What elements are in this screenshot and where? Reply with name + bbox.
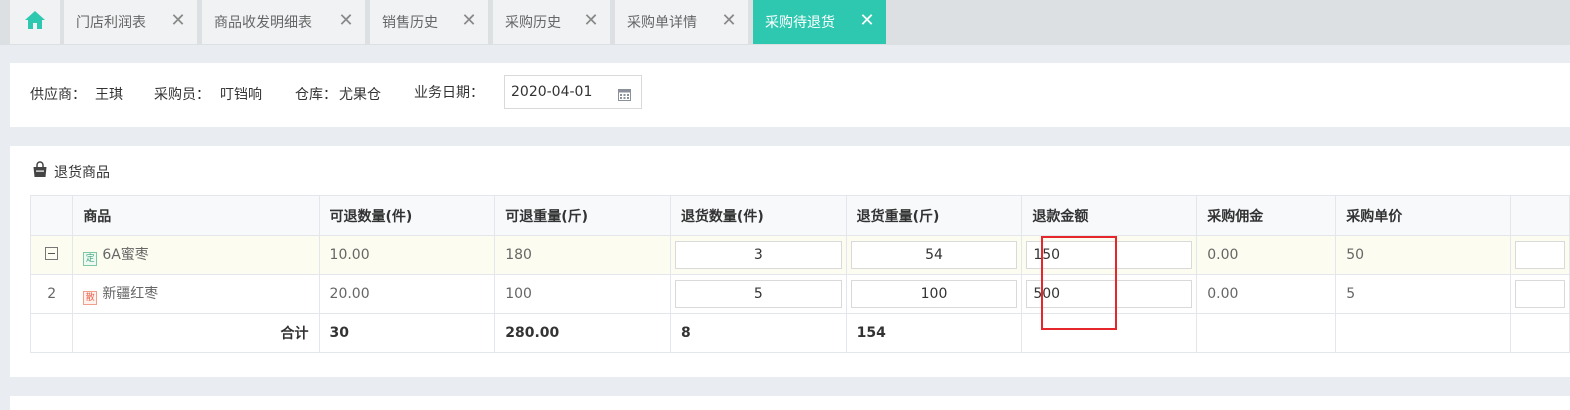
- tab-purchase-order-detail[interactable]: 采购单详情 ✕: [615, 0, 748, 44]
- home-icon: [24, 10, 46, 34]
- extra-cell: [1510, 274, 1570, 314]
- order-info-panel: 供应商： 王琪 采购员： 叮铛响 仓库： 尤果仓 业务日期： 2020-04-0…: [10, 63, 1570, 127]
- tab-goods-io-detail[interactable]: 商品收发明细表 ✕: [202, 0, 365, 44]
- supplier-value: 王琪: [95, 87, 123, 103]
- avail-qty: 20.00: [318, 274, 496, 314]
- tab-label: 采购待退货: [765, 15, 835, 31]
- goods-name: 6A蜜枣: [102, 247, 149, 263]
- warehouse-value: 尤果仓: [339, 87, 381, 103]
- unit-price: 5: [1335, 274, 1512, 314]
- extra-cell: [1510, 235, 1570, 275]
- close-icon[interactable]: ✕: [169, 12, 187, 30]
- summary-avail-qty: 30: [318, 313, 496, 353]
- summary-extra: [1510, 313, 1570, 353]
- buyer-label: 采购员：: [154, 87, 210, 103]
- refund-cell: 500: [1021, 274, 1198, 314]
- lower-panel: [10, 396, 1570, 410]
- table-row[interactable]: 2 散新疆红枣 20.00 100 5 100 500 0.00 5: [29, 274, 1570, 314]
- tab-bar: 门店利润表 ✕ 商品收发明细表 ✕ 销售历史 ✕ 采购历史 ✕ 采购单详情 ✕ …: [0, 0, 1570, 45]
- tab-store-profit[interactable]: 门店利润表 ✕: [64, 0, 197, 44]
- col-refund: 退款金额: [1021, 195, 1198, 236]
- tab-label: 商品收发明细表: [214, 15, 312, 31]
- return-weight-input[interactable]: 54: [850, 241, 1018, 269]
- return-qty-cell: 3: [669, 235, 847, 275]
- col-avail-weight: 可退重量(斤): [494, 195, 671, 236]
- close-icon[interactable]: ✕: [460, 12, 478, 30]
- unit-price: 50: [1335, 235, 1512, 275]
- tab-purchase-history[interactable]: 采购历史 ✕: [493, 0, 610, 44]
- col-return-weight: 退货重量(斤): [845, 195, 1023, 236]
- section-title-text: 退货商品: [54, 164, 110, 181]
- goods-cell: 定 6A蜜枣: [72, 235, 320, 275]
- buyer-value: 叮铛响: [220, 87, 262, 103]
- table-row[interactable]: 定 6A蜜枣 10.00 180 3 54 150 0.00 50: [29, 235, 1570, 275]
- summary-row: 合计 30 280.00 8 154: [29, 313, 1570, 353]
- row-index: 2: [29, 274, 74, 314]
- close-icon[interactable]: ✕: [720, 12, 738, 30]
- collapse-icon[interactable]: [45, 246, 59, 260]
- tab-label: 采购历史: [505, 15, 561, 31]
- summary-return-qty: 8: [669, 313, 847, 353]
- col-goods: 商品: [72, 195, 320, 236]
- tab-label: 门店利润表: [76, 15, 146, 31]
- tab-label: 销售历史: [382, 15, 438, 31]
- commission: 0.00: [1196, 235, 1337, 275]
- col-index: [29, 195, 74, 236]
- refund-amount-input[interactable]: 500: [1026, 280, 1193, 308]
- tab-label: 采购单详情: [627, 15, 697, 31]
- calendar-icon[interactable]: [618, 86, 631, 105]
- goods-type-tag: 定: [83, 252, 98, 266]
- business-date-picker[interactable]: 2020-04-01: [504, 75, 642, 109]
- summary-unit-price: [1335, 313, 1512, 353]
- close-icon[interactable]: ✕: [858, 12, 876, 30]
- col-commission: 采购佣金: [1196, 195, 1337, 236]
- commission: 0.00: [1196, 274, 1337, 314]
- col-unit-price: 采购单价: [1335, 195, 1512, 236]
- table-header: 商品 可退数量(件) 可退重量(斤) 退货数量(件) 退货重量(斤) 退款金额 …: [29, 195, 1570, 236]
- section-title: 退货商品: [32, 161, 110, 182]
- tab-purchase-pending-return[interactable]: 采购待退货 ✕: [753, 0, 886, 44]
- supplier-label: 供应商：: [30, 87, 86, 103]
- goods-cell: 散新疆红枣: [72, 274, 320, 314]
- extra-input[interactable]: [1515, 241, 1565, 269]
- return-qty-cell: 5: [669, 274, 847, 314]
- avail-qty: 10.00: [318, 235, 496, 275]
- close-icon[interactable]: ✕: [337, 12, 355, 30]
- tab-home[interactable]: [10, 0, 60, 44]
- return-weight-cell: 54: [845, 235, 1023, 275]
- col-extra: [1510, 195, 1570, 236]
- goods-type-tag: 散: [83, 291, 98, 305]
- row-expander[interactable]: [29, 235, 74, 275]
- summary-return-weight: 154: [845, 313, 1023, 353]
- extra-input[interactable]: [1515, 280, 1565, 308]
- refund-amount-input[interactable]: 150: [1026, 241, 1193, 269]
- summary-refund: [1021, 313, 1198, 353]
- return-weight-input[interactable]: 100: [850, 280, 1018, 308]
- shopping-bag-icon: [32, 161, 48, 182]
- warehouse-label: 仓库：: [295, 87, 337, 103]
- business-date-value: 2020-04-01: [511, 84, 593, 100]
- close-icon[interactable]: ✕: [582, 12, 600, 30]
- col-return-qty: 退货数量(件): [669, 195, 847, 236]
- refund-cell: 150: [1021, 235, 1198, 275]
- summary-index: [29, 313, 74, 353]
- goods-name: 新疆红枣: [102, 286, 159, 302]
- return-qty-input[interactable]: 5: [674, 280, 842, 308]
- tab-sales-history[interactable]: 销售历史 ✕: [370, 0, 488, 44]
- col-avail-qty: 可退数量(件): [318, 195, 496, 236]
- return-weight-cell: 100: [845, 274, 1023, 314]
- summary-avail-weight: 280.00: [494, 313, 671, 353]
- summary-label: 合计: [72, 313, 320, 353]
- date-label: 业务日期：: [414, 85, 484, 101]
- summary-commission: [1196, 313, 1337, 353]
- return-goods-table: 商品 可退数量(件) 可退重量(斤) 退货数量(件) 退货重量(斤) 退款金额 …: [29, 195, 1570, 353]
- avail-weight: 180: [494, 235, 671, 275]
- avail-weight: 100: [494, 274, 671, 314]
- return-qty-input[interactable]: 3: [674, 241, 842, 269]
